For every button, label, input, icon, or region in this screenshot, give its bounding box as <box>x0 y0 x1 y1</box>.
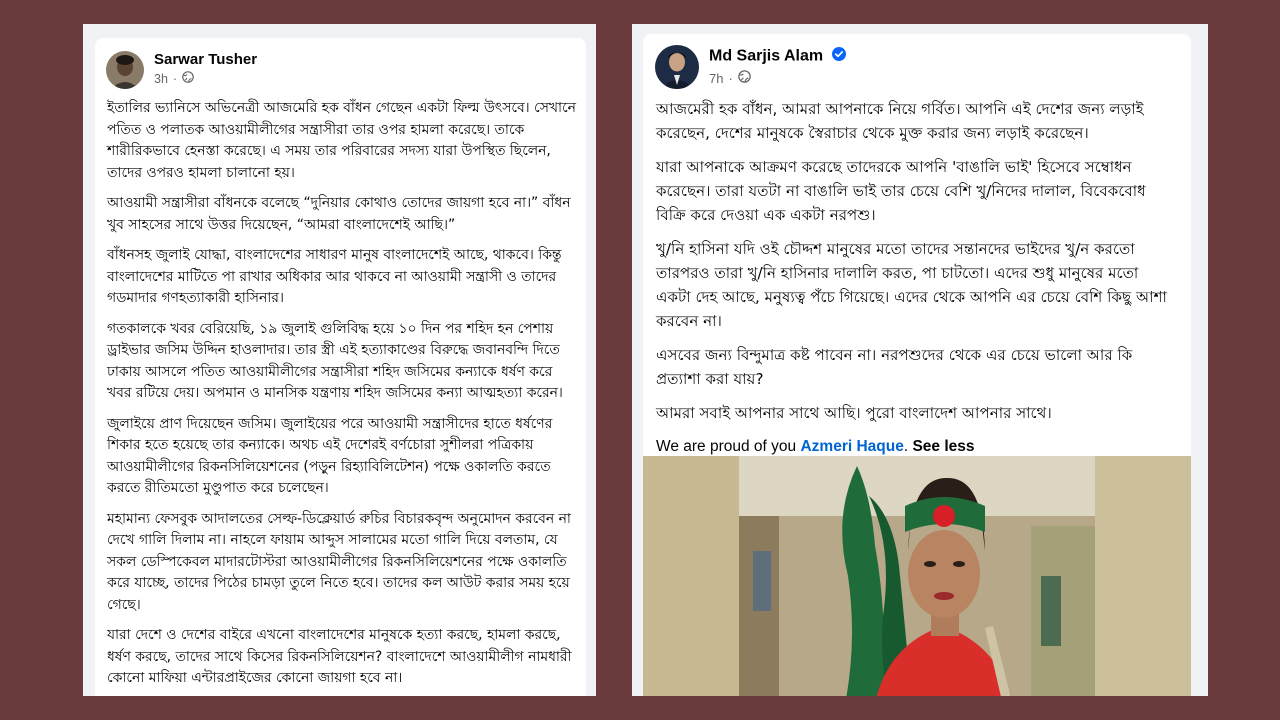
post-body: ইতালির ভ্যানিসে অভিনেত্রী আজমেরি হক বাঁধ… <box>107 98 577 696</box>
post-meta: 7h · <box>709 70 751 86</box>
meta-separator: · <box>172 71 178 86</box>
profile-avatar[interactable] <box>655 45 699 89</box>
english-suffix: . <box>903 438 909 455</box>
globe-icon <box>182 71 194 86</box>
post-paragraph: মহামান্য ফেসবুক আদালতের সেল্ফ-ডিক্লেয়ার… <box>107 510 571 613</box>
post-paragraph: আওয়ামী সন্ত্রাসীরা বাঁধনকে বলেছে “দুনিয… <box>107 195 571 233</box>
author-name: Md Sarjis Alam <box>709 47 846 66</box>
author-name-text[interactable]: Md Sarjis Alam <box>709 48 823 65</box>
profile-avatar[interactable] <box>106 51 144 89</box>
post-paragraph: যারা দেশে ও দেশের বাইরে এখনো বাংলাদেশের … <box>107 627 572 686</box>
post-paragraph: বাঁধনসহ জুলাই যোদ্ধা, বাংলাদেশের সাধারণ … <box>107 247 562 306</box>
post-photo[interactable] <box>643 456 1191 696</box>
left-post-panel: Sarwar Tusher 3h · ইতালির ভ্যানিসে অভিনে… <box>83 24 596 696</box>
globe-icon <box>738 70 751 86</box>
post-body: আজমেরী হক বাঁধন, আমরা আপনাকে নিয়ে গর্বি… <box>656 97 1176 469</box>
post-time[interactable]: 7h <box>709 71 723 86</box>
meta-separator: · <box>728 70 733 86</box>
post-paragraph: জুলাইয়ে প্রাণ দিয়েছেন জসিম। জুলাইয়ের … <box>107 415 553 497</box>
post-paragraph: আজমেরী হক বাঁধন, আমরা আপনাকে নিয়ে গর্বি… <box>656 100 1144 142</box>
post-time[interactable]: 3h <box>154 72 168 86</box>
post-meta: 3h · <box>154 71 194 86</box>
left-post-card: Sarwar Tusher 3h · ইতালির ভ্যানিসে অভিনে… <box>95 38 586 696</box>
right-post-card: Md Sarjis Alam 7h · আজমেরী হক বাঁধন, আমর… <box>643 34 1191 696</box>
author-name[interactable]: Sarwar Tusher <box>154 51 257 68</box>
post-paragraph: আমরা সবাই আপনার সাথে আছি। পুরো বাংলাদেশ … <box>656 404 1052 422</box>
post-paragraph: খু/নি হাসিনা যদি ওই চৌদ্দশ মানুষের মতো ত… <box>656 240 1167 330</box>
verified-badge-icon <box>831 47 846 66</box>
english-text: We are proud of you <box>656 438 801 455</box>
post-paragraph: এসবের জন্য বিন্দুমাত্র কষ্ট পাবেন না। নর… <box>656 346 1133 388</box>
post-paragraph: গতকালকে খবর বেরিয়েছি, ১৯ জুলাই গুলিবিদ্… <box>107 320 563 402</box>
post-paragraph: ইতালির ভ্যানিসে অভিনেত্রী আজমেরি হক বাঁধ… <box>107 100 576 181</box>
mention-link[interactable]: Azmeri Haque <box>800 438 903 455</box>
see-less-button[interactable]: See less <box>912 438 974 455</box>
post-paragraph: যারা আপনাকে আক্রমণ করেছে তাদেরকে আপনি 'ব… <box>656 158 1146 224</box>
right-post-panel: Md Sarjis Alam 7h · আজমেরী হক বাঁধন, আমর… <box>632 24 1208 696</box>
